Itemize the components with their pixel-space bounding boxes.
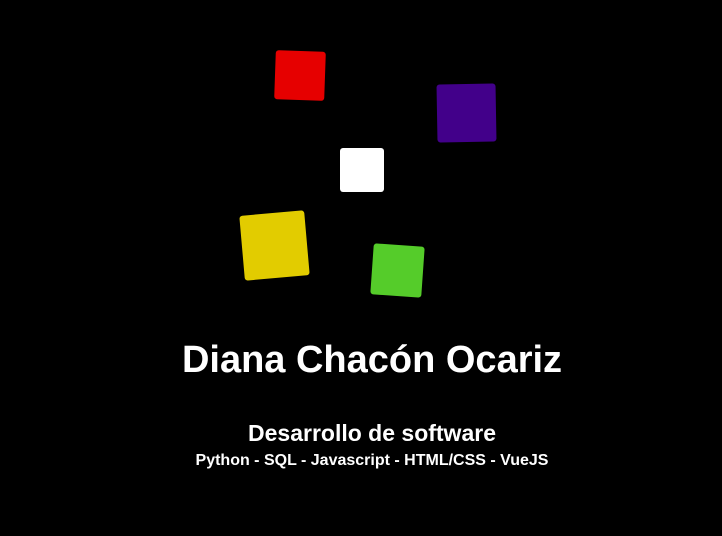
profile-name: Diana Chacón Ocariz xyxy=(181,339,563,381)
green-square xyxy=(370,243,425,298)
purple-square xyxy=(436,83,497,143)
red-square xyxy=(274,50,326,101)
profile-skills: Python - SQL - Javascript - HTML/CSS - V… xyxy=(195,452,549,469)
profile-role: Desarrollo de software xyxy=(248,420,496,446)
yellow-square xyxy=(239,210,310,281)
white-square xyxy=(340,148,384,192)
page: Diana Chacón Ocariz Desarrollo de softwa… xyxy=(0,0,722,536)
